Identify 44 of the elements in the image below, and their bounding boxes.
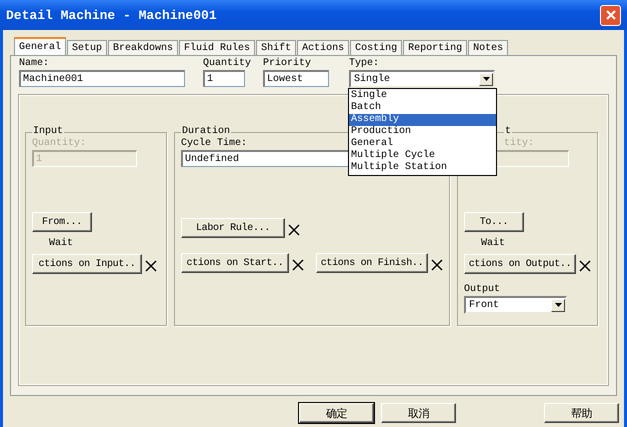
tab[interactable]: Costing: [350, 40, 402, 55]
actions-button[interactable]: ctions on Finish..: [316, 253, 428, 273]
dropdown-option[interactable]: Assembly: [349, 114, 496, 126]
ok-button[interactable]: 确定: [299, 403, 374, 423]
actions-button[interactable]: ctions on Start..: [181, 253, 289, 273]
dropdown-option[interactable]: Batch: [349, 102, 496, 114]
name-field[interactable]: Machine001: [19, 70, 185, 87]
field-label: Quantity:: [32, 138, 86, 150]
group-title: Input: [32, 126, 64, 138]
dropdown-option[interactable]: Production: [349, 126, 496, 138]
cross-icon[interactable]: [292, 259, 304, 271]
window-title: Detail Machine - Machine001: [6, 8, 217, 22]
tab[interactable]: Breakdowns: [108, 40, 178, 55]
close-button[interactable]: [600, 4, 621, 26]
cross-icon[interactable]: [288, 224, 300, 236]
dropdown-option[interactable]: Single: [349, 90, 496, 102]
group-title: t: [504, 126, 512, 138]
type-dropdown[interactable]: Single: [349, 70, 495, 88]
priority-field[interactable]: Lowest: [263, 70, 329, 87]
wait-label: Wait: [49, 238, 74, 250]
field-label: Output: [464, 284, 500, 296]
wait-label: Wait: [481, 238, 506, 250]
tab[interactable]: Notes: [468, 40, 508, 55]
tab[interactable]: Fluid Rules: [179, 40, 256, 55]
tab[interactable]: Shift: [256, 40, 296, 55]
close-icon[interactable]: [604, 9, 616, 21]
tab[interactable]: Setup: [67, 40, 108, 55]
field-label: Priority: [263, 58, 312, 70]
tab[interactable]: General: [14, 37, 66, 55]
quantity-field[interactable]: 1: [203, 70, 245, 87]
dropdown-option[interactable]: General: [349, 138, 496, 150]
labor-rule-button[interactable]: Labor Rule...: [181, 218, 285, 238]
field-label: Cycle Time:: [181, 138, 248, 150]
group-title: Duration: [181, 126, 232, 138]
cross-icon[interactable]: [431, 259, 443, 271]
tab[interactable]: Actions: [297, 40, 350, 55]
tab[interactable]: Reporting: [403, 40, 468, 55]
cross-icon[interactable]: [145, 260, 157, 272]
field-label: Name:: [19, 58, 50, 70]
field-label: Type:: [349, 58, 380, 70]
cross-icon[interactable]: [579, 260, 591, 272]
field-label: tity:: [503, 138, 534, 150]
help-button[interactable]: 帮助: [544, 403, 619, 423]
cancel-button[interactable]: 取消: [381, 403, 456, 423]
